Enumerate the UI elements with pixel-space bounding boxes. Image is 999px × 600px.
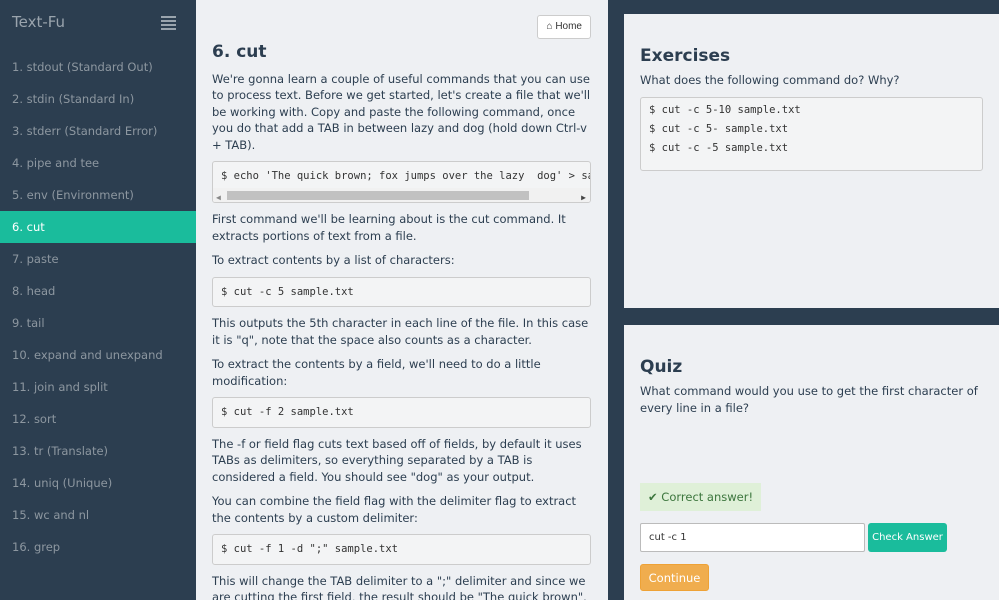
hamburger-menu-icon[interactable] <box>161 16 176 30</box>
exercise-commands: $ cut -c 5-10 sample.txt $ cut -c 5- samp… <box>640 96 983 171</box>
code-block: $ cut -c 5 sample.txt <box>212 276 591 307</box>
check-icon: ✔ <box>648 490 658 504</box>
horizontal-scrollbar[interactable]: ◀ ▶ <box>213 188 590 202</box>
code-text: $ echo 'The quick brown; fox jumps over … <box>221 170 590 182</box>
paragraph: You can combine the field flag with the … <box>212 494 577 525</box>
quiz-question: What command would you use to get the fi… <box>640 384 978 415</box>
sidebar-item[interactable]: 16. grep <box>0 531 196 563</box>
sidebar-item[interactable]: 1. stdout (Standard Out) <box>0 51 196 83</box>
command-line: $ cut -c 5-10 sample.txt <box>649 103 801 116</box>
code-block: $ echo 'The quick brown; fox jumps over … <box>212 161 591 203</box>
home-button[interactable]: ⌂ Home <box>537 15 591 39</box>
sidebar-item[interactable]: 9. tail <box>0 307 196 339</box>
lesson-content: ⌂ Home 6. cut We're gonna learn a couple… <box>196 0 608 600</box>
scrollbar-thumb[interactable] <box>227 191 529 200</box>
check-answer-button[interactable]: Check Answer <box>868 523 947 552</box>
scroll-right-icon[interactable]: ▶ <box>581 190 586 202</box>
paragraph: This outputs the 5th character in each l… <box>212 316 589 347</box>
paragraph: The -f or field flag cuts text based off… <box>212 436 582 484</box>
sidebar-item[interactable]: 10. expand and unexpand <box>0 339 196 371</box>
sidebar-item[interactable]: 12. sort <box>0 403 196 435</box>
sidebar-item[interactable]: 3. stderr (Standard Error) <box>0 115 196 147</box>
scroll-left-icon[interactable]: ◀ <box>216 190 221 202</box>
command-line: $ cut -c 5- sample.txt <box>649 122 789 135</box>
sidebar-item[interactable]: 8. head <box>0 275 196 307</box>
page-title: 6. cut <box>212 42 267 62</box>
app-title[interactable]: Text-Fu <box>12 13 65 31</box>
sidebar-item[interactable]: 4. pipe and tee <box>0 147 196 179</box>
exercises-title: Exercises <box>640 46 731 66</box>
quiz-panel: Quiz What command would you use to get t… <box>624 325 999 600</box>
paragraph: To extract the contents by a field, we'l… <box>212 357 541 388</box>
sidebar-item[interactable]: 7. paste <box>0 243 196 275</box>
sidebar: Text-Fu 1. stdout (Standard Out) 2. stdin… <box>0 0 196 600</box>
paragraph: We're gonna learn a couple of useful com… <box>212 71 591 152</box>
exercises-question: What does the following command do? Why? <box>640 73 900 87</box>
lesson-nav: 1. stdout (Standard Out) 2. stdin (Standa… <box>0 51 196 563</box>
success-alert: ✔ Correct answer! <box>640 483 762 511</box>
paragraph: To extract contents by a list of charact… <box>212 253 455 267</box>
exercises-panel: Exercises What does the following comman… <box>624 14 999 308</box>
code-block: $ cut -f 1 -d ";" sample.txt <box>212 534 591 565</box>
sidebar-item[interactable]: 5. env (Environment) <box>0 179 196 211</box>
sidebar-item[interactable]: 13. tr (Translate) <box>0 435 196 467</box>
sidebar-item[interactable]: 15. wc and nl <box>0 499 196 531</box>
sidebar-item[interactable]: 6. cut <box>0 211 196 243</box>
paragraph: First command we'll be learning about is… <box>212 212 566 243</box>
sidebar-item[interactable]: 11. join and split <box>0 371 196 403</box>
continue-button[interactable]: Continue <box>640 564 709 591</box>
home-icon: ⌂ <box>546 21 553 32</box>
sidebar-item[interactable]: 2. stdin (Standard In) <box>0 83 196 115</box>
command-line: $ cut -c -5 sample.txt <box>649 141 789 154</box>
sidebar-item[interactable]: 14. uniq (Unique) <box>0 467 196 499</box>
paragraph: This will change the TAB delimiter to a … <box>212 573 587 600</box>
answer-input[interactable] <box>640 523 865 552</box>
quiz-title: Quiz <box>640 357 683 377</box>
code-block: $ cut -f 2 sample.txt <box>212 397 591 428</box>
